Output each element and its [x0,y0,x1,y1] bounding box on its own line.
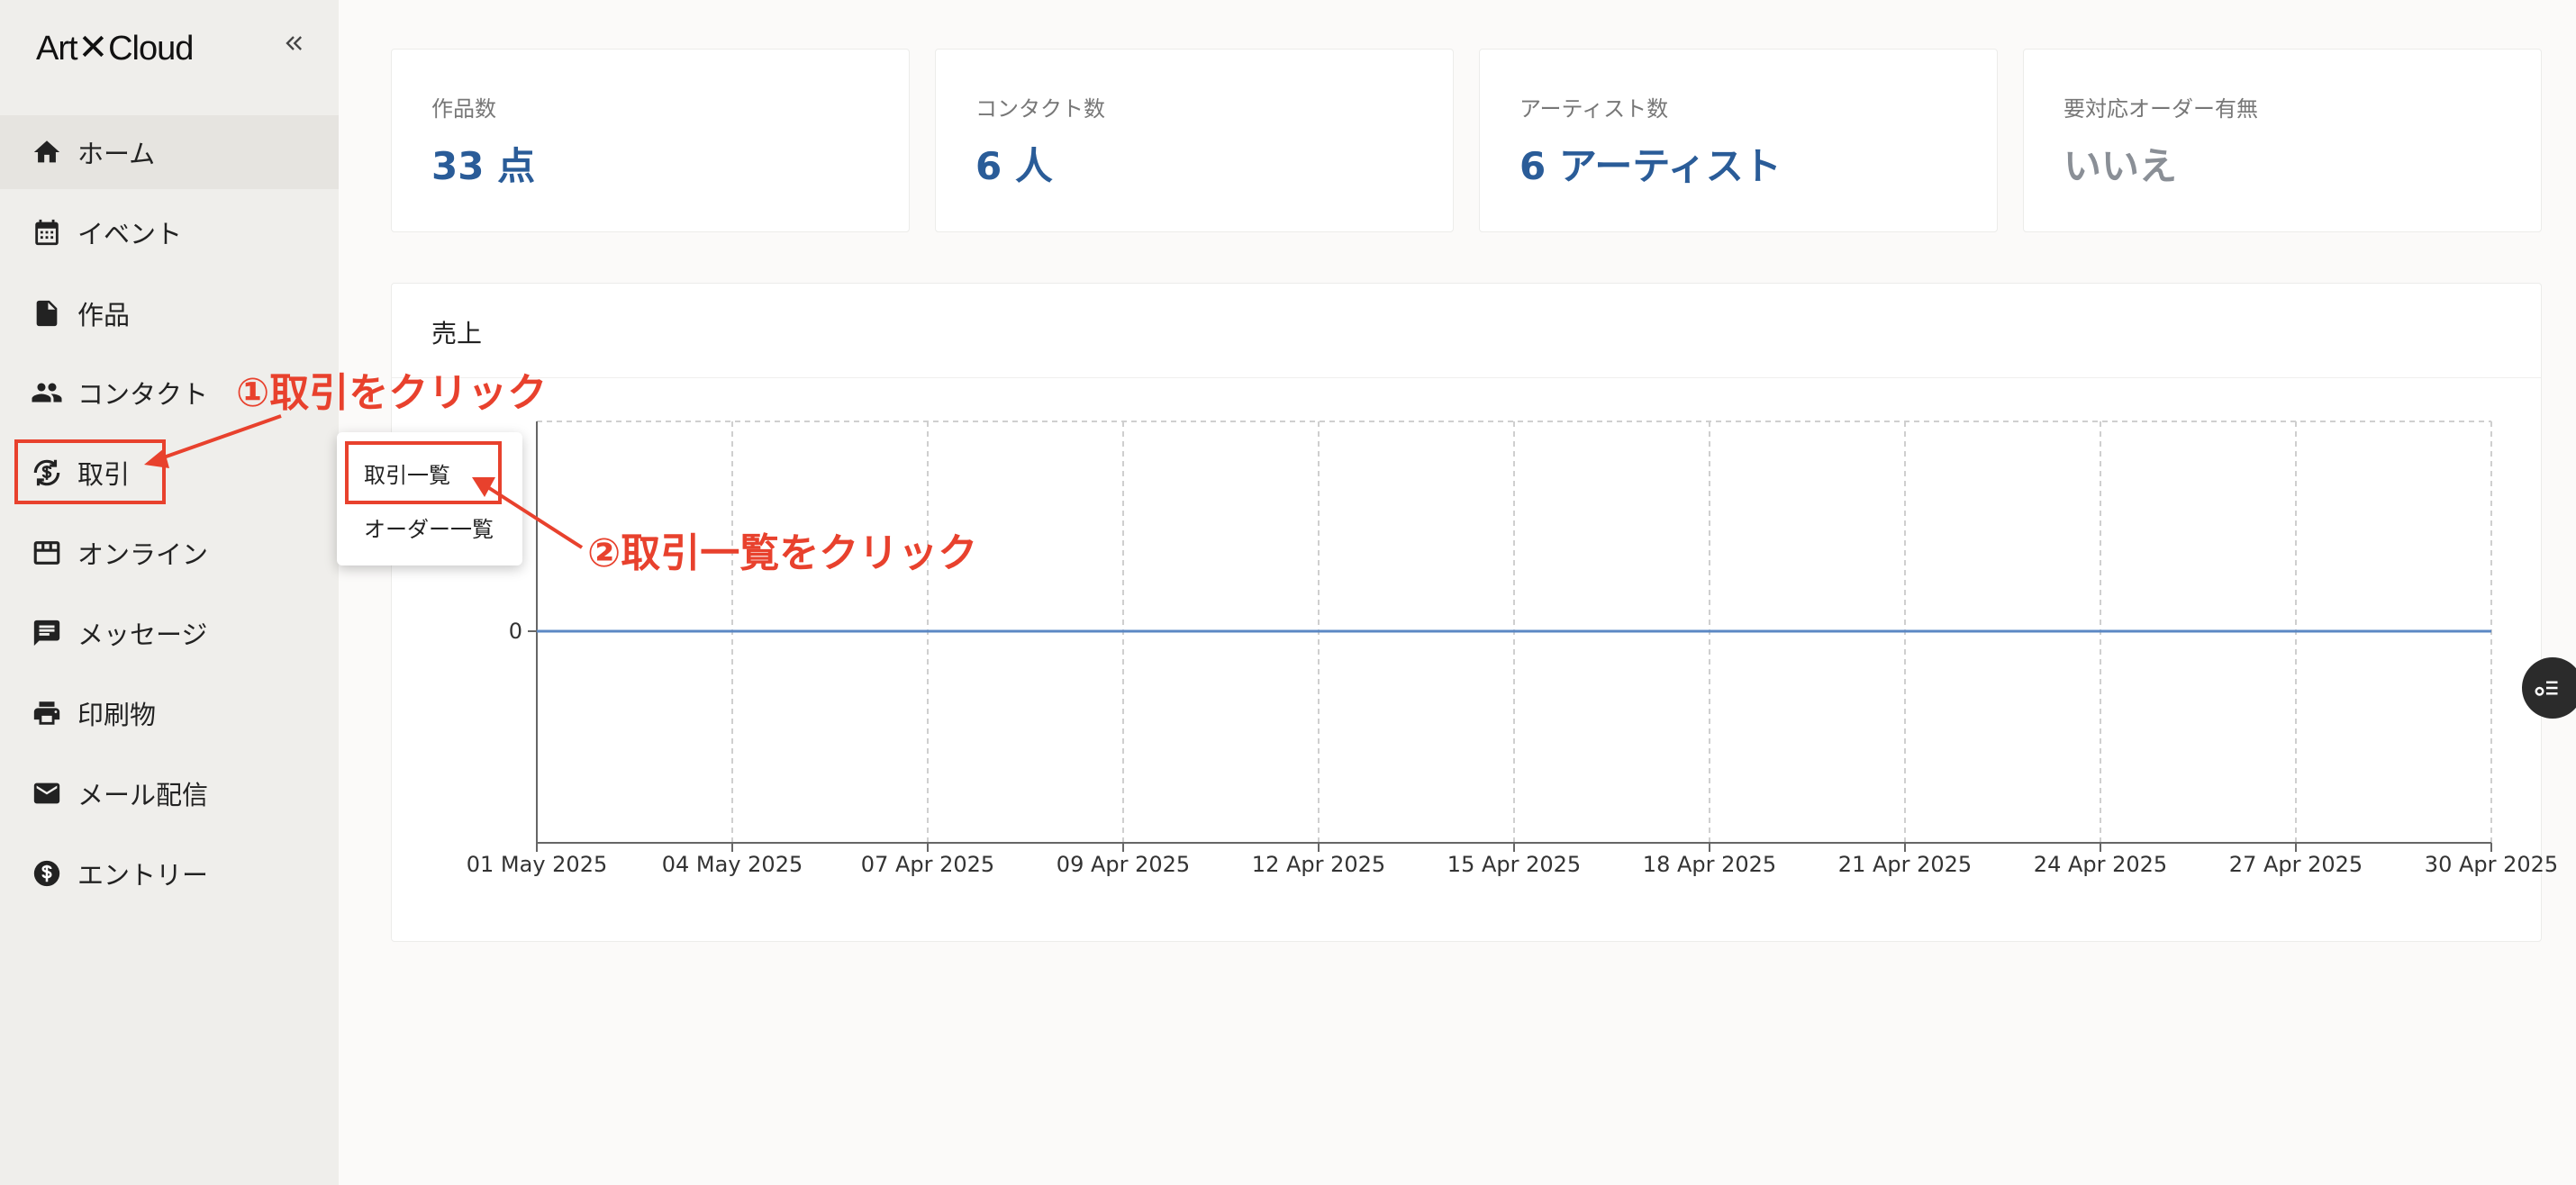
annotation-box-step2 [345,441,502,504]
side-panel-toggle-button[interactable] [2522,657,2576,719]
filter-list-icon [2535,681,2558,696]
store-icon [30,536,64,570]
message-icon [30,616,64,650]
sidebar-item-label: イベント [77,219,183,249]
stat-card-artists[interactable]: アーティスト数 6 アーティスト [1479,49,1998,232]
sidebar-item-label: 作品 [77,300,131,330]
stat-label: 要対応オーダー有無 [2064,96,2258,122]
printer-icon [30,696,64,730]
stat-label: コンタクト数 [975,96,1105,122]
annotation-step1: ①取引をクリック [236,370,548,416]
sidebar-item-mail[interactable]: メール配信 [0,756,339,830]
stat-card-works[interactable]: 作品数 33 点 [391,49,910,232]
calendar-icon [30,215,64,249]
sidebar: Art✕Cloud ホーム イベント 作品 コンタクト 取引 オンライン メッセ… [0,0,339,1185]
stat-value: 6 人 [975,144,1053,188]
sidebar-item-label: エントリー [77,860,209,891]
chevrons-left-icon [286,36,302,50]
stat-label: アーティスト数 [1519,96,1669,122]
stat-label: 作品数 [431,96,496,122]
annotation-step2: ②取引一覧をクリック [587,530,978,576]
sidebar-item-print[interactable]: 印刷物 [0,676,339,750]
stat-card-contacts[interactable]: コンタクト数 6 人 [935,49,1454,232]
sidebar-item-works[interactable]: 作品 [0,276,339,350]
sidebar-item-label: メッセージ [77,620,208,650]
people-icon [30,375,64,410]
sidebar-item-label: 印刷物 [77,700,157,730]
annotation-box-step1 [14,439,166,504]
menu-item-order-list[interactable]: オーダー一覧 [364,511,494,543]
sidebar-item-online[interactable]: オンライン [0,516,339,590]
sales-card: 売上 [391,283,2542,942]
stat-value: 6 アーティスト [1519,144,1782,188]
stat-card-orders[interactable]: 要対応オーダー有無 いいえ [2023,49,2542,232]
dollar-circle-icon [30,856,64,891]
sidebar-item-label: コンタクト [77,379,209,410]
sidebar-item-home[interactable]: ホーム [0,115,339,189]
sidebar-item-message[interactable]: メッセージ [0,596,339,670]
divider [392,377,2541,378]
stat-value: 33 点 [431,144,536,188]
document-icon [30,296,64,330]
app-logo[interactable]: Art✕Cloud [36,27,194,68]
sidebar-item-entry[interactable]: エントリー [0,837,339,910]
sidebar-item-label: メール配信 [77,780,209,810]
collapse-sidebar-button[interactable] [276,25,312,61]
sidebar-item-event[interactable]: イベント [0,195,339,269]
stat-value: いいえ [2064,144,2178,188]
sales-title: 売上 [431,319,483,348]
home-icon [30,135,64,169]
sidebar-item-label: オンライン [77,539,209,570]
sidebar-item-label: ホーム [77,139,156,169]
mail-icon [30,776,64,810]
